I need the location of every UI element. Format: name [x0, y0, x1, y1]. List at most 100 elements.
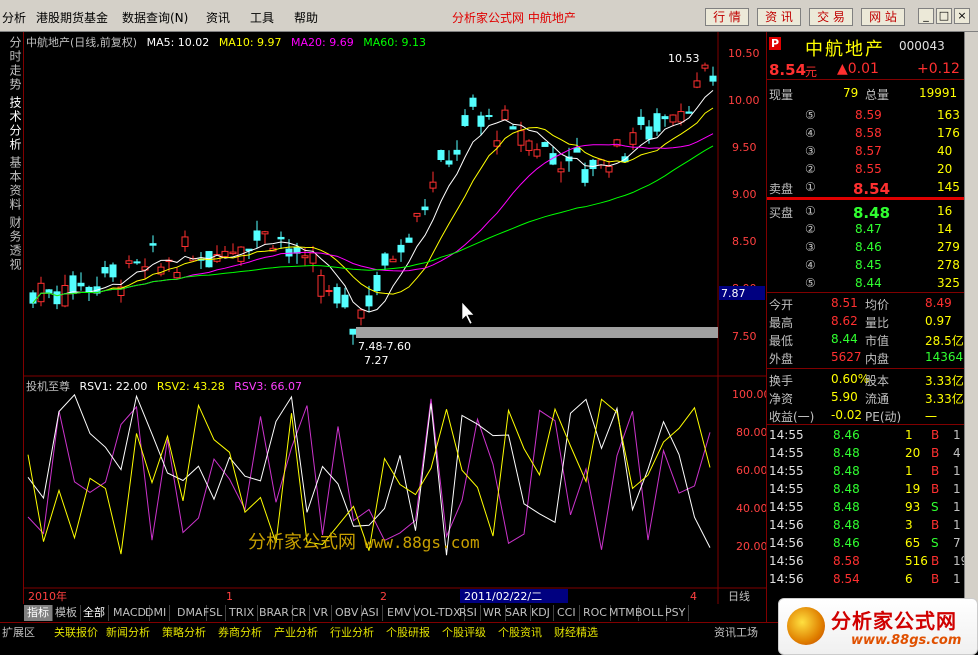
ind-axis-label: 80.00 — [736, 426, 766, 439]
candle-body — [253, 230, 261, 241]
indicator-tab[interactable]: PSY — [662, 605, 690, 621]
indicator-tab[interactable]: CR — [288, 605, 311, 621]
candle-body — [53, 291, 61, 305]
bid-volume: 279 — [937, 240, 960, 254]
status-tab[interactable]: 个股评级 — [442, 624, 486, 640]
status-tab[interactable]: 券商分析 — [218, 624, 262, 640]
website-button[interactable]: 网 站 — [861, 8, 905, 26]
indicator-tab[interactable]: RSI — [456, 605, 481, 621]
vertical-scrollbar[interactable] — [964, 32, 978, 622]
status-tab[interactable]: 个股研报 — [386, 624, 430, 640]
candle-body — [77, 282, 85, 287]
ask-price: 8.54 — [853, 180, 891, 198]
indicator-tab[interactable]: TRIX — [226, 605, 259, 621]
indicator-tab[interactable]: 指标 — [24, 605, 53, 621]
bid-price: 8.44 — [855, 276, 882, 290]
indicator-tab[interactable]: DMI — [142, 605, 171, 621]
ask-level: ① — [805, 180, 816, 194]
rsv3-label: RSV3: 66.07 — [234, 380, 303, 393]
tick-price: 8.46 — [833, 428, 860, 442]
fund-row: 收益(一) -0.02 PE(动) 一 — [767, 406, 965, 424]
tick-price: 8.48 — [833, 464, 860, 478]
menu-news[interactable]: 资讯 — [206, 9, 230, 26]
status-tab[interactable]: 策略分析 — [162, 624, 206, 640]
quotes-button[interactable]: 行 情 — [705, 8, 749, 26]
status-tab[interactable]: 新闻分析 — [106, 624, 150, 640]
tab-technical[interactable]: 技术分析 — [2, 96, 22, 152]
fund-label: 收益(一) — [769, 410, 815, 424]
stat-row: 今开 8.51 均价 8.49 — [767, 294, 965, 312]
indicator-tab[interactable]: FSL — [200, 605, 227, 621]
candle-body — [109, 264, 117, 278]
status-tab[interactable]: 产业分析 — [274, 624, 318, 640]
indicator-tab[interactable]: ASI — [358, 605, 383, 621]
candle-body — [405, 237, 413, 243]
trade-button[interactable]: 交 易 — [809, 8, 853, 26]
chart-area[interactable]: 中航地产(日线,前复权) MA5: 10.02 MA10: 9.97 MA20:… — [24, 32, 766, 604]
price-row: 8.54 元 ▲0.01 +0.12 — [767, 60, 965, 80]
bid-volume: 14 — [937, 222, 953, 236]
rsv2-label: RSV2: 43.28 — [156, 380, 225, 393]
tab-financials[interactable]: 财务透视 — [2, 216, 22, 272]
close-button[interactable]: × — [954, 8, 970, 24]
time-axis-month: 1 — [226, 590, 233, 603]
status-tab[interactable]: 关联报价 — [54, 624, 98, 640]
tick-count: 1 — [953, 518, 961, 532]
candle-body — [341, 294, 349, 308]
news-button[interactable]: 资 讯 — [757, 8, 801, 26]
indicator-tab[interactable]: CCI — [554, 605, 580, 621]
chart-svg[interactable]: 10.53 7.48-7.60 7.27 10.50 10.00 9.50 9.… — [24, 32, 766, 604]
minimize-button[interactable]: _ — [918, 8, 934, 24]
menu-help[interactable]: 帮助 — [294, 9, 318, 26]
candle-body — [373, 275, 381, 292]
tick-count: 1 — [953, 464, 961, 478]
candle-body — [501, 109, 509, 121]
tab-intraday[interactable]: 分时走势 — [2, 36, 22, 92]
tick-price: 8.58 — [833, 554, 860, 568]
menu-hk-futures[interactable]: 港股期货基金 — [36, 9, 108, 26]
fund-label: 净资 — [769, 392, 794, 406]
price-change: ▲0.01 — [837, 61, 879, 77]
indicator-tab[interactable]: KDJ — [528, 605, 554, 621]
indicator-tab[interactable]: VR — [310, 605, 333, 621]
stat-row: 外盘 5627 内盘 14364 — [767, 348, 965, 366]
tick-time: 14:55 — [769, 464, 804, 478]
menu-analysis[interactable]: 分析 — [2, 9, 26, 26]
status-tab[interactable]: 财经精选 — [554, 624, 598, 640]
time-axis-month: 4 — [690, 590, 697, 603]
status-tab[interactable]: 扩展区 — [2, 624, 35, 640]
menu-tools[interactable]: 工具 — [250, 9, 274, 26]
stat-label: 市值 — [865, 334, 890, 348]
tick-side: B — [931, 572, 940, 586]
price-axis-label: 7.50 — [732, 330, 757, 343]
stat-value: 8.49 — [925, 296, 952, 310]
ask-volume: 176 — [937, 126, 960, 140]
period-label[interactable]: 日线 — [728, 589, 750, 603]
indicator-tab[interactable]: SAR — [502, 605, 532, 621]
tab-fundamentals[interactable]: 基本资料 — [2, 156, 22, 212]
stat-value: 8.44 — [831, 332, 858, 346]
indicator-tab[interactable]: 模板 — [52, 605, 81, 621]
candle-body — [301, 255, 309, 259]
menu-data-query[interactable]: 数据查询(N) — [122, 9, 188, 26]
watermark-text: 分析家公式网 www.88gs.com — [248, 528, 480, 554]
volume-total-label: 总量 — [865, 88, 890, 102]
bid-level: ① — [805, 204, 816, 218]
ask-row: ④ 8.58 176 — [767, 124, 965, 142]
quote-panel: P 中航地产 000043 8.54 元 ▲0.01 +0.12 现量 79 总… — [766, 32, 968, 622]
fund-row: 换手 0.60% 股本 3.33亿 — [767, 370, 965, 388]
status-tab[interactable]: 行业分析 — [330, 624, 374, 640]
indicator-tab[interactable]: 全部 — [80, 605, 109, 621]
fund-value: 一 — [925, 410, 938, 424]
status-right[interactable]: 资讯工场 — [714, 624, 758, 640]
time-axis-month: 2 — [380, 590, 387, 603]
candle-body — [437, 150, 445, 161]
candle-body — [645, 126, 653, 140]
time-axis-year: 2010年 — [28, 589, 67, 603]
candle-body — [349, 328, 357, 335]
fund-label: 股本 — [865, 374, 890, 388]
candle-body — [677, 111, 685, 123]
maximize-button[interactable]: □ — [936, 8, 952, 24]
status-tab[interactable]: 个股资讯 — [498, 624, 542, 640]
candle-body — [669, 114, 677, 123]
